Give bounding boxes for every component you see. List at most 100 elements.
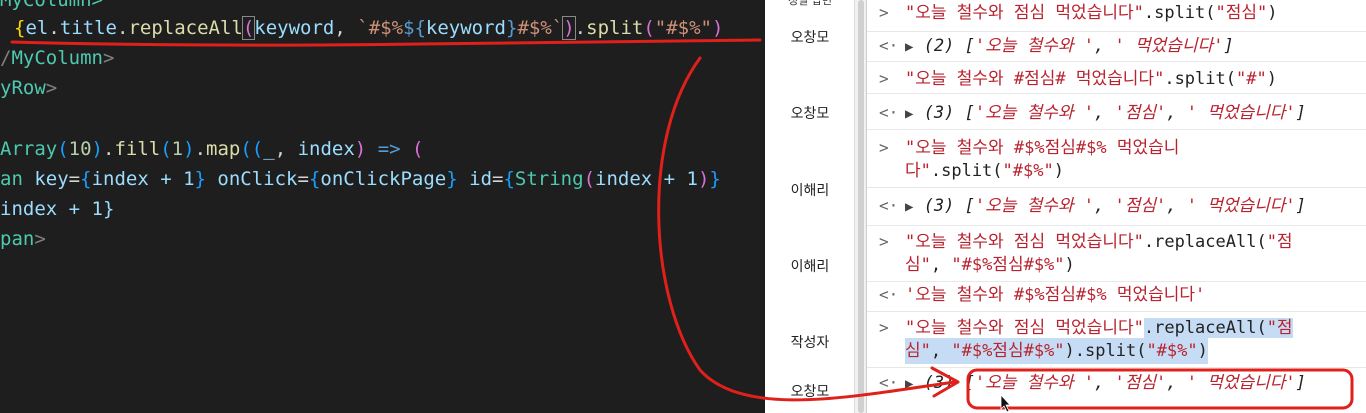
- code-line-5: Array(10).fill(1).map((_, index) => (: [0, 135, 423, 163]
- code-token: MyColumn>: [0, 0, 103, 11]
- code-token: .: [194, 138, 207, 160]
- code-token: =: [68, 168, 81, 190]
- code-line-6: an key={index + 1} onClick={onClickPage}…: [0, 165, 721, 193]
- console-result-text: ▶ (3) ['오늘 철수와 ', '점심', ' 먹었습니다']: [905, 100, 1306, 127]
- code-token: .split(: [1143, 3, 1216, 23]
- output-prompt-icon: <·: [879, 285, 899, 304]
- code-token: [: [964, 196, 975, 216]
- code-token: _: [263, 138, 275, 160]
- console-input-entry[interactable]: > "오늘 철수와 점심 먹었습니다".split("점심"): [867, 0, 1366, 32]
- code-token: replaceAll: [128, 17, 243, 39]
- console-result-text: ▶ (3) ['오늘 철수와 ', '점심', ' 먹었습니다']: [905, 370, 1306, 397]
- code-token: .: [117, 17, 129, 39]
- console-input-text: "오늘 철수와 점심 먹었습니다".split("점심"): [905, 0, 1278, 26]
- writer-cell[interactable]: 오창모: [765, 27, 855, 47]
- code-token: ,: [1166, 103, 1187, 123]
- code-token: =: [492, 168, 504, 190]
- code-token: .: [103, 138, 115, 160]
- code-token: "점: [1266, 318, 1293, 338]
- console-input-text-cont: 심", "#$%점심#$%"): [905, 252, 1075, 278]
- code-token: "오늘 철수와 점심 먹었습니다": [905, 3, 1144, 23]
- expand-triangle-icon[interactable]: ▶: [905, 39, 913, 55]
- code-line-3: yRow>: [0, 74, 57, 102]
- code-token: 1: [171, 138, 184, 160]
- result-item: ' 먹었습니다': [1186, 103, 1296, 123]
- output-prompt-icon: <·: [879, 103, 899, 122]
- console-input-entry[interactable]: > "오늘 철수와 점심 먹었습니다".replaceAll("점 심", "#…: [867, 312, 1366, 368]
- console-result-text: ▶ (3) ['오늘 철수와 ', '점심', ' 먹었습니다']: [905, 193, 1306, 220]
- code-token: [: [964, 373, 975, 393]
- console-result-entry[interactable]: <· ▶ (3) ['오늘 철수와 ', '점심', ' 먹었습니다']: [867, 368, 1366, 413]
- result-item: ' 먹었습니다': [1186, 373, 1296, 393]
- code-token: >: [102, 47, 115, 69]
- code-line-8: pan>: [0, 225, 46, 253]
- console-result-entry[interactable]: <· ▶ (3) ['오늘 철수와 ', '점심', ' 먹었습니다']: [867, 188, 1366, 226]
- code-token: ): [1197, 341, 1208, 361]
- console-input-text-cont: 다".split("#$%"): [905, 158, 1064, 184]
- code-token: "점심": [1215, 3, 1268, 23]
- result-item: '오늘 철수와 ': [974, 36, 1095, 56]
- code-token: {: [503, 168, 515, 190]
- result-count: (3): [923, 196, 955, 216]
- console-result-entry[interactable]: <· '오늘 철수와 #$%점심#$% 먹었습니다': [867, 282, 1366, 312]
- code-line-1: {el.title.replaceAll(keyword, `#$%${keyw…: [14, 14, 723, 42]
- console-input-entry[interactable]: > "오늘 철수와 #$%점심#$% 먹었습니 다".split("#$%"): [867, 130, 1366, 188]
- code-token: /: [0, 47, 12, 69]
- result-item: '오늘 철수와 ': [974, 196, 1095, 216]
- code-token: ): [1064, 255, 1075, 275]
- code-token: 다": [905, 161, 931, 181]
- console-input-entry[interactable]: > "오늘 철수와 #점심# 먹었습니다".split("#"): [867, 62, 1366, 94]
- code-token: =: [297, 168, 309, 190]
- code-token: ((: [240, 138, 264, 160]
- code-token: >: [34, 228, 46, 250]
- console-result-entry[interactable]: <· ▶ (3) ['오늘 철수와 ', '점심', ' 먹었습니다']: [867, 94, 1366, 130]
- input-prompt-icon: >: [879, 232, 889, 251]
- code-token: (: [57, 138, 69, 160]
- code-token: {: [80, 168, 92, 190]
- code-token: "#$%": [1146, 341, 1198, 361]
- code-line-7: index + 1}: [0, 195, 114, 223]
- code-token: ${: [403, 17, 426, 39]
- code-token: "#$%점심#$%": [951, 255, 1065, 275]
- code-token: ): [1266, 69, 1277, 89]
- code-token: [: [964, 36, 975, 56]
- code-token: .: [48, 17, 60, 39]
- scrollbar-thumb[interactable]: [858, 0, 864, 413]
- expand-triangle-icon[interactable]: ▶: [905, 199, 913, 215]
- code-token: "#$%": [1002, 161, 1054, 181]
- code-token: title: [59, 17, 117, 39]
- code-token: .: [574, 17, 587, 39]
- code-token: (: [160, 138, 172, 160]
- writer-cell[interactable]: 작성자: [765, 332, 855, 352]
- code-token: 심": [905, 341, 931, 361]
- code-token: split: [586, 17, 644, 39]
- code-token: key: [22, 168, 69, 190]
- code-token: .split(: [1164, 69, 1236, 89]
- code-token: .split(: [1074, 341, 1147, 361]
- code-token: [: [964, 103, 975, 123]
- result-item: '점심': [1114, 103, 1167, 123]
- writer-cell[interactable]: 이해리: [765, 256, 855, 276]
- devtools-console[interactable]: > "오늘 철수와 점심 먹었습니다".split("점심") <· ▶ (2)…: [867, 0, 1366, 413]
- code-token: ): [91, 138, 103, 160]
- writer-cell[interactable]: 오창모: [765, 381, 855, 401]
- expand-triangle-icon[interactable]: ▶: [905, 106, 913, 122]
- code-token: (: [643, 17, 655, 39]
- code-editor[interactable]: MyColumn> {el.title.replaceAll(keyword, …: [0, 0, 765, 413]
- code-token: id: [457, 168, 493, 190]
- code-token: el: [25, 17, 49, 39]
- code-token: 심": [905, 255, 931, 275]
- result-item: ' 먹었습니다': [1186, 196, 1296, 216]
- code-token: an: [0, 168, 23, 190]
- code-line-2: /MyColumn>: [0, 44, 114, 72]
- expand-triangle-icon[interactable]: ▶: [905, 376, 913, 392]
- writer-cell[interactable]: 이해리: [765, 180, 855, 200]
- result-item: '오늘 철수와 ': [974, 103, 1095, 123]
- output-prompt-icon: <·: [879, 196, 899, 215]
- writer-cell[interactable]: 오창모: [765, 103, 855, 123]
- code-token: index + 1}: [0, 198, 115, 220]
- console-result-entry[interactable]: <· ▶ (2) ['오늘 철수와 ', ' 먹었습니다']: [867, 32, 1366, 62]
- code-token: fill: [114, 138, 161, 160]
- result-item: '점심': [1114, 196, 1167, 216]
- console-input-entry[interactable]: > "오늘 철수와 점심 먹었습니다".replaceAll("점 심", "#…: [867, 226, 1366, 282]
